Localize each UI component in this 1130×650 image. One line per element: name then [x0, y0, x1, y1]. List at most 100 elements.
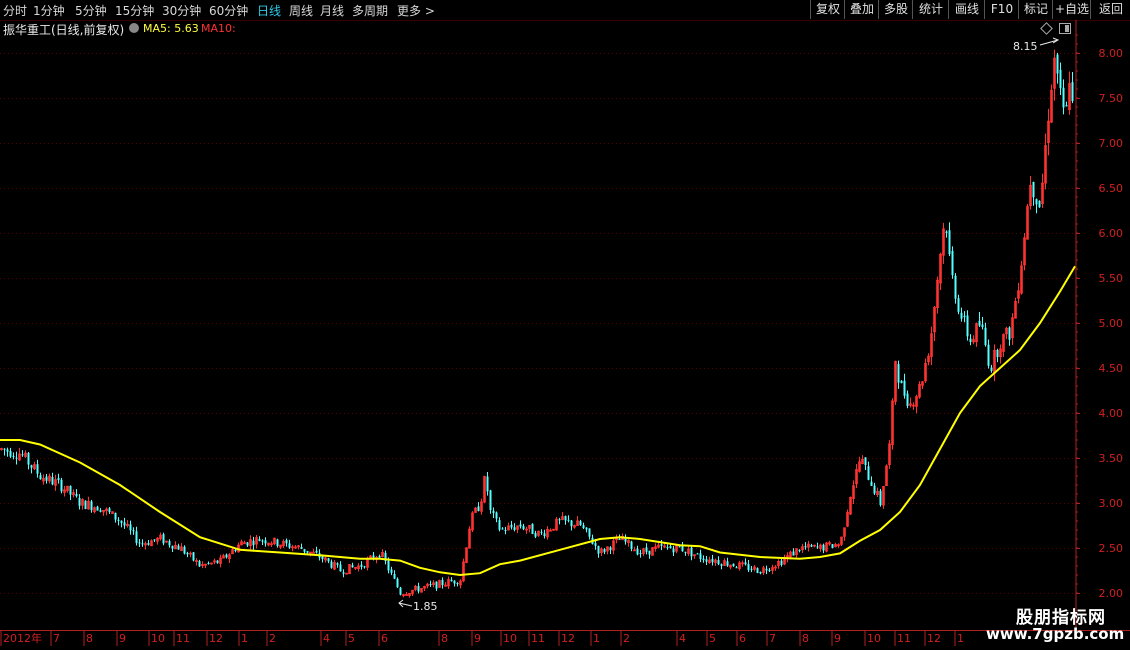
- candle-body: [1035, 199, 1038, 205]
- candle-body: [120, 520, 123, 523]
- candle-body: [234, 549, 237, 552]
- candle-body: [183, 546, 186, 554]
- candle-body: [396, 578, 399, 588]
- candle-body: [261, 540, 264, 542]
- candle-body: [504, 530, 507, 532]
- ma-settings-icon[interactable]: [129, 23, 139, 33]
- candle-body: [123, 522, 126, 526]
- candle-body: [429, 583, 432, 585]
- candle-body: [609, 547, 612, 551]
- candle-body: [351, 565, 354, 568]
- ytick-label: 5.00: [1099, 317, 1124, 330]
- candle-body: [900, 380, 903, 384]
- watermark-url: www.7gpzb.com: [986, 625, 1125, 643]
- panel-toggle-icon[interactable]: [1059, 23, 1071, 34]
- xtick-label: 8: [802, 632, 809, 645]
- ytick-label: 6.50: [1099, 182, 1124, 195]
- candle-body: [453, 580, 456, 584]
- candle-body: [726, 561, 729, 566]
- candle-body: [522, 526, 525, 530]
- candle-body: [186, 552, 189, 555]
- xtick-label: 12: [927, 632, 941, 645]
- candle-body: [702, 558, 705, 560]
- xtick-label: 12: [209, 632, 223, 645]
- candle-body: [225, 554, 228, 558]
- candle-body: [486, 476, 489, 492]
- candle-body: [450, 579, 453, 582]
- candle-body: [192, 552, 195, 561]
- candle-body: [303, 549, 306, 552]
- xtick-label: 11: [176, 632, 190, 645]
- candle-body: [21, 454, 24, 456]
- xtick-label: 9: [119, 632, 126, 645]
- candle-body: [153, 539, 156, 541]
- candle-body: [780, 560, 783, 565]
- candle-body: [567, 519, 570, 521]
- candle-body: [1062, 87, 1065, 108]
- candle-body: [75, 493, 78, 497]
- candle-body: [456, 583, 459, 585]
- candle-body: [957, 298, 960, 312]
- candle-body: [996, 350, 999, 358]
- candle-body: [1038, 200, 1041, 208]
- candle-body: [393, 573, 396, 579]
- candle-body: [321, 556, 324, 560]
- candle-body: [759, 571, 762, 574]
- candle-body: [954, 275, 957, 299]
- xtick-label: 1: [241, 632, 248, 645]
- candle-body: [315, 550, 318, 553]
- candle-body: [27, 452, 30, 465]
- candle-body: [948, 230, 951, 255]
- candle-body: [963, 315, 966, 318]
- candle-body: [141, 543, 144, 545]
- candle-body: [285, 540, 288, 544]
- candle-body: [45, 476, 48, 481]
- candle-body: [129, 524, 132, 531]
- ma-line: [0, 265, 1076, 577]
- candle-body: [534, 533, 537, 537]
- candle-body: [90, 501, 93, 511]
- candle-body: [870, 481, 873, 486]
- ytick-label: 5.50: [1099, 272, 1124, 285]
- xtick-label: 4: [323, 632, 330, 645]
- candle-body: [705, 559, 708, 562]
- candle-body: [690, 547, 693, 557]
- candle-body: [645, 547, 648, 552]
- high-arrow-icon: [1039, 37, 1060, 46]
- candle-body: [873, 485, 876, 494]
- candle-body: [363, 566, 366, 568]
- candle-body: [570, 520, 573, 527]
- candle-body: [147, 543, 150, 545]
- candle-body: [6, 449, 9, 452]
- candle-body: [387, 560, 390, 571]
- candle-body: [12, 455, 15, 457]
- candle-body: [198, 561, 201, 567]
- candle-body: [678, 546, 681, 548]
- candle-body: [579, 521, 582, 526]
- xtick-label: 1: [957, 632, 964, 645]
- candle-body: [792, 551, 795, 556]
- xtick-label: 8: [86, 632, 93, 645]
- candle-body: [501, 528, 504, 530]
- candle-body: [252, 540, 255, 546]
- candle-body: [513, 527, 516, 530]
- candle-body: [984, 327, 987, 345]
- candle-body: [327, 558, 330, 562]
- candle-body: [36, 464, 39, 474]
- candle-body: [417, 586, 420, 592]
- candle-body: [681, 546, 684, 552]
- candle-body: [132, 530, 135, 532]
- candle-body: [585, 527, 588, 530]
- candle-body: [57, 478, 60, 480]
- ytick-label: 6.00: [1099, 227, 1124, 240]
- candle-body: [435, 581, 438, 589]
- ytick-label: 4.00: [1099, 407, 1124, 420]
- candle-body: [864, 457, 867, 465]
- candle-body: [276, 539, 279, 547]
- candle-body: [30, 465, 33, 468]
- candle-body: [258, 539, 261, 541]
- candle-body: [1065, 105, 1068, 107]
- xtick-label: 9: [474, 632, 481, 645]
- candle-body: [666, 546, 669, 548]
- candle-body: [564, 515, 567, 521]
